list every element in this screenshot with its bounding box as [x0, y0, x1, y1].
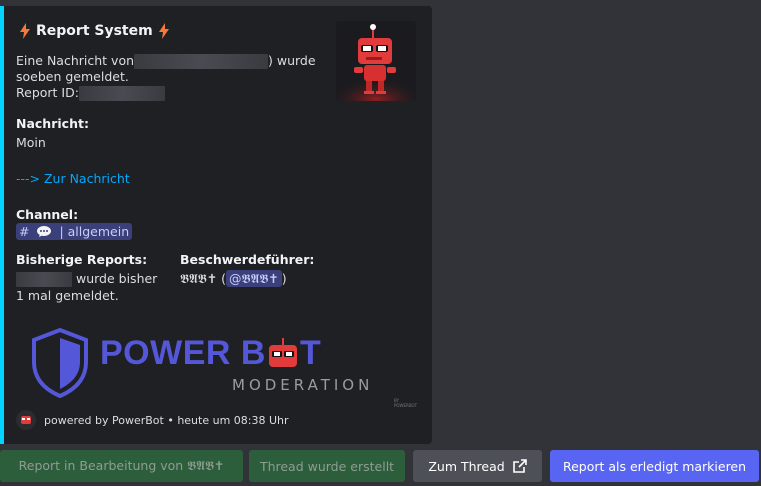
channel-name: | allgemein [59, 224, 130, 239]
external-link-icon [512, 459, 527, 473]
footer-text: powered by PowerBot • heute um 08:38 Uhr [44, 413, 289, 427]
channel-field-value: # | allgemein [16, 223, 133, 240]
channel-mention[interactable]: # | allgemein [16, 223, 133, 240]
banner-subtitle: MODERATION [232, 376, 374, 394]
shield-icon [32, 328, 88, 398]
jump-to-message-link[interactable]: ---> Zur Nachricht [16, 170, 130, 187]
complainant-label: Beschwerdeführer: [180, 252, 315, 267]
banner-title: POWER B T [100, 334, 321, 373]
mark-done-button[interactable]: Report als erledigt markieren [550, 450, 759, 482]
banner-word: T [299, 334, 322, 372]
thread-created-button[interactable]: Thread wurde erstellt [249, 450, 405, 482]
banner-tiny-text: BY POWERBOT [394, 398, 418, 408]
desc-text: soeben gemeldet. [16, 69, 129, 84]
button-label: Zum Thread [428, 458, 505, 474]
desc-text: ) wurde [268, 53, 316, 68]
embed-title: Report System [20, 23, 169, 39]
to-thread-button[interactable]: Zum Thread [413, 450, 542, 482]
previous-reports-count: 1 mal gemeldet. [16, 288, 119, 303]
message-field-value: Moin [16, 135, 46, 150]
report-id-label: Report ID: [16, 85, 79, 100]
channel-hash: # [19, 224, 30, 239]
user-mention[interactable]: @𝕭𝕬𝕭✝ [226, 270, 282, 287]
message-field-label: Nachricht: [16, 116, 89, 131]
in-progress-button[interactable]: Report in Bearbeitung von 𝕭𝕬𝕭✝ [0, 450, 243, 482]
lightning-icon [158, 23, 169, 39]
button-label: Report in Bearbeitung von 𝕭𝕬𝕭✝ [18, 458, 225, 473]
lightning-icon [20, 23, 30, 39]
embed-description: Eine Nachricht von ) wurde soeben gemelde… [16, 53, 326, 101]
robot-mascot-icon [336, 21, 416, 101]
report-embed: Report System Eine Nachricht von ) wurde … [0, 6, 432, 444]
channel-field-label: Channel: [16, 207, 79, 222]
previous-reports-label: Bisherige Reports: [16, 252, 148, 267]
speech-bubble-icon [37, 226, 52, 237]
button-label: Thread wurde erstellt [259, 458, 395, 474]
button-label: Report als erledigt markieren [562, 458, 747, 474]
embed-accent-bar [0, 6, 4, 444]
previous-reports-text: wurde bisher [75, 271, 158, 286]
powerbot-thumbnail [336, 21, 416, 101]
banner-word: POWER B [100, 334, 266, 372]
embed-title-text: Report System [36, 23, 153, 39]
previous-reports-value: wurde bisher 1 mal gemeldet. [16, 270, 157, 304]
redacted-user [16, 272, 72, 287]
complainant-name: 𝕭𝕬𝕭✝ [180, 271, 218, 286]
redacted-user [134, 54, 269, 69]
desc-text: Eine Nachricht von [16, 53, 135, 68]
powerbot-banner: POWER B T MODERATION BY POWERBOT [30, 326, 420, 408]
embed-footer: powered by PowerBot • heute um 08:38 Uhr [16, 410, 289, 430]
powerbot-avatar-icon [16, 410, 36, 430]
complainant-value: 𝕭𝕬𝕭✝ (@𝕭𝕬𝕭✝) [180, 270, 287, 287]
redacted-report-id [78, 86, 165, 101]
